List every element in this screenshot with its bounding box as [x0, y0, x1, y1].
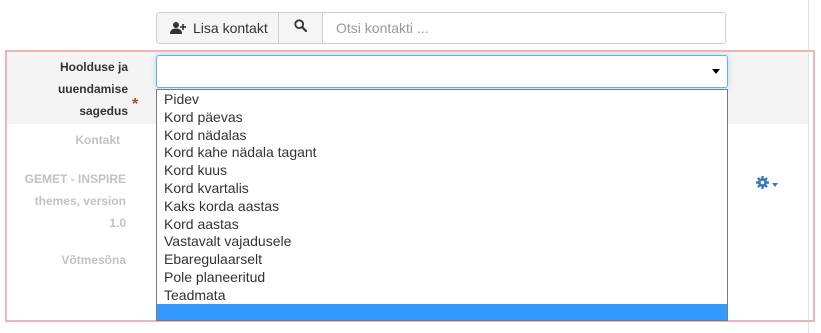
option-empty-highlighted[interactable] — [157, 303, 727, 320]
keyword-settings-button[interactable] — [756, 176, 778, 194]
option-quarterly[interactable]: Kord kvartalis — [157, 179, 727, 197]
contact-label: Kontakt — [75, 133, 120, 147]
gemet-line-3: 1.0 — [109, 216, 126, 230]
add-contact-button[interactable]: Lisa kontakt — [156, 12, 279, 44]
option-irregular[interactable]: Ebaregulaarselt — [157, 250, 727, 268]
chevron-down-icon[interactable] — [712, 69, 720, 74]
search-contact-input[interactable] — [322, 12, 726, 44]
gemet-line-2: themes, version — [34, 194, 126, 208]
gear-icon — [756, 176, 769, 194]
maintenance-frequency-label: Hoolduse ja uuendamise sagedus — [40, 56, 128, 122]
caret-down-icon — [772, 183, 778, 187]
required-asterisk: * — [132, 96, 139, 113]
add-user-icon — [170, 21, 186, 35]
option-annually[interactable]: Kord aastas — [157, 215, 727, 233]
gemet-inspire-label: GEMET - INSPIRE themes, version 1.0 — [8, 168, 126, 234]
option-fortnightly[interactable]: Kord kahe nädala tagant — [157, 143, 727, 161]
option-not-planned[interactable]: Pole planeeritud — [157, 268, 727, 286]
label-line-2: uuendamise — [57, 82, 128, 96]
add-contact-label: Lisa kontakt — [193, 20, 268, 36]
frequency-dropdown-list[interactable]: Pidev Kord päevas Kord nädalas Kord kahe… — [156, 89, 728, 321]
keyword-label: Võtmesõna — [61, 253, 126, 267]
option-as-needed[interactable]: Vastavalt vajadusele — [157, 232, 727, 250]
option-monthly[interactable]: Kord kuus — [157, 161, 727, 179]
option-daily[interactable]: Kord päevas — [157, 108, 727, 126]
option-unknown[interactable]: Teadmata — [157, 286, 727, 304]
gemet-line-1: GEMET - INSPIRE — [24, 172, 126, 186]
option-continual[interactable]: Pidev — [157, 90, 727, 108]
label-line-3: sagedus — [79, 104, 128, 118]
maintenance-frequency-select[interactable] — [156, 55, 728, 88]
faint-divider — [360, 321, 630, 322]
search-contact-button[interactable] — [279, 12, 323, 44]
option-weekly[interactable]: Kord nädalas — [157, 126, 727, 144]
option-biannually[interactable]: Kaks korda aastas — [157, 197, 727, 215]
search-icon — [294, 19, 308, 37]
page-right-border — [808, 0, 809, 333]
label-line-1: Hoolduse ja — [59, 60, 128, 74]
